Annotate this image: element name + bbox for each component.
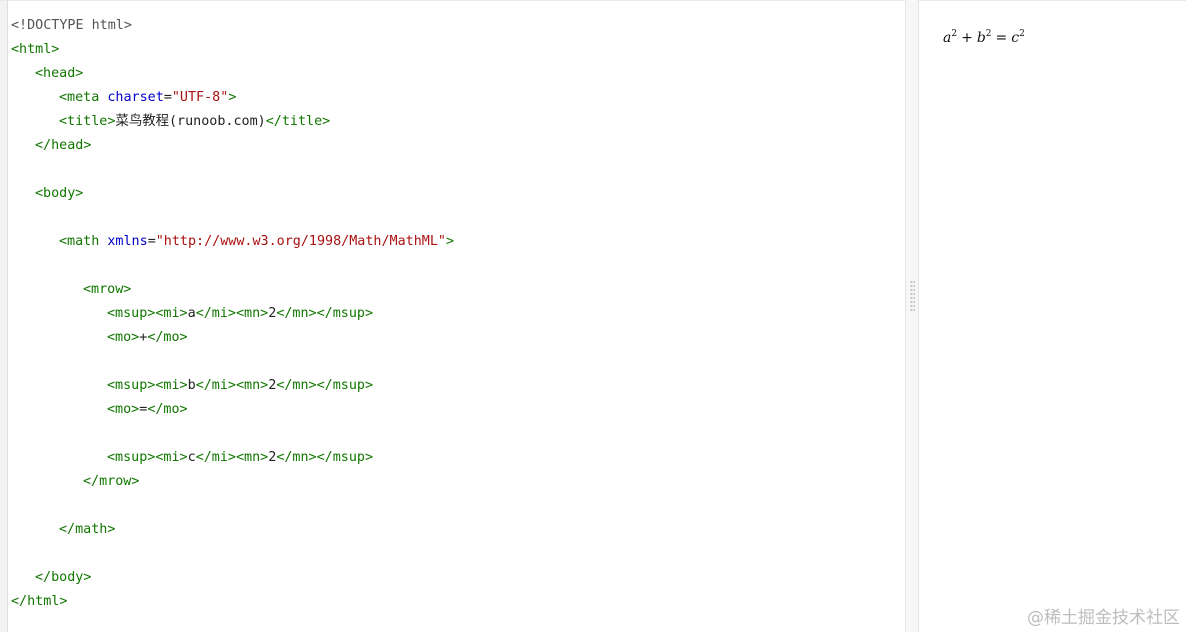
variable-c: c	[1011, 30, 1020, 46]
code-token: </mi><mn>	[195, 306, 269, 321]
code-token: c	[187, 450, 196, 465]
code-token: </mo>	[147, 402, 188, 417]
code-token: </head>	[35, 138, 92, 153]
code-line[interactable]: </mrow>	[83, 470, 139, 494]
code-token: 菜鸟教程(runoob.com)	[115, 114, 266, 129]
editor-gutter	[0, 1, 8, 632]
code-token: =	[163, 90, 172, 105]
code-token: </mi><mn>	[195, 450, 269, 465]
variable-b: b	[976, 30, 986, 46]
code-editor[interactable]: <!DOCTYPE html> <html> <head> <meta charset…	[0, 0, 906, 632]
code-token: <math	[59, 234, 108, 249]
code-line[interactable]: <title>菜鸟教程(runoob.com)</title>	[59, 110, 330, 134]
equals-operator: =	[995, 30, 1008, 46]
code-token: <msup><mi>	[107, 306, 188, 321]
code-token: </mn></msup>	[276, 378, 374, 393]
code-line[interactable]: <body>	[35, 182, 83, 206]
code-token: </mn></msup>	[276, 450, 374, 465]
code-token: </math>	[59, 522, 116, 537]
code-line[interactable]: </math>	[59, 518, 115, 542]
code-token: b	[187, 378, 196, 393]
code-token: <head>	[35, 66, 84, 81]
code-token: <title>	[59, 114, 116, 129]
code-token: "UTF-8"	[171, 90, 229, 105]
code-line[interactable]: </head>	[35, 134, 91, 158]
code-token: </html>	[11, 594, 68, 609]
plus-operator: +	[961, 30, 973, 46]
code-token: <html>	[11, 42, 60, 57]
math-formula: a2 + b2 = c2	[943, 29, 1025, 46]
code-line[interactable]: <mo>=</mo>	[107, 398, 188, 422]
code-token: "http://www.w3.org/1998/Math/MathML"	[155, 234, 446, 249]
code-token: <meta	[59, 90, 108, 105]
code-line[interactable]: <msup><mi>b</mi><mn>2</mn></msup>	[107, 374, 373, 398]
code-token: xmlns	[107, 234, 148, 249]
code-token: <body>	[35, 186, 84, 201]
code-line[interactable]: <head>	[35, 62, 83, 86]
watermark: @稀土掘金技术社区	[1027, 608, 1180, 628]
code-line[interactable]: <meta charset="UTF-8">	[59, 86, 236, 110]
code-token: <!DOCTYPE html>	[11, 18, 132, 33]
code-line[interactable]: <mo>+</mo>	[107, 326, 188, 350]
pane-splitter[interactable]	[906, 0, 919, 632]
code-token: </mn></msup>	[276, 306, 374, 321]
code-line[interactable]: </body>	[35, 566, 91, 590]
code-token: >	[445, 234, 455, 249]
code-token: </title>	[265, 114, 331, 129]
code-token: </mi><mn>	[195, 378, 269, 393]
code-token: </mrow>	[83, 474, 140, 489]
code-line[interactable]: <!DOCTYPE html>	[11, 14, 132, 38]
drag-handle-icon[interactable]	[910, 280, 915, 312]
code-line[interactable]: <mrow>	[83, 278, 131, 302]
code-token: charset	[107, 90, 164, 105]
code-line[interactable]: <msup><mi>c</mi><mn>2</mn></msup>	[107, 446, 373, 470]
code-token: >	[228, 90, 237, 105]
code-token: =	[147, 234, 156, 249]
code-token: <mo>	[107, 402, 140, 417]
preview-pane: a2 + b2 = c2 @稀土掘金技术社区	[919, 0, 1186, 632]
code-line[interactable]: <math xmlns="http://www.w3.org/1998/Math…	[59, 230, 454, 254]
code-token: <mrow>	[83, 282, 132, 297]
code-token: <msup><mi>	[107, 450, 188, 465]
code-token: </body>	[35, 570, 92, 585]
code-token: </mo>	[147, 330, 188, 345]
code-token: a	[187, 306, 196, 321]
code-line[interactable]: <html>	[11, 38, 59, 62]
code-token: <msup><mi>	[107, 378, 188, 393]
code-line[interactable]: <msup><mi>a</mi><mn>2</mn></msup>	[107, 302, 373, 326]
code-token: <mo>	[107, 330, 140, 345]
exponent-b: 2	[985, 29, 992, 39]
code-line[interactable]: </html>	[11, 590, 67, 614]
exponent-c: 2	[1019, 29, 1025, 39]
